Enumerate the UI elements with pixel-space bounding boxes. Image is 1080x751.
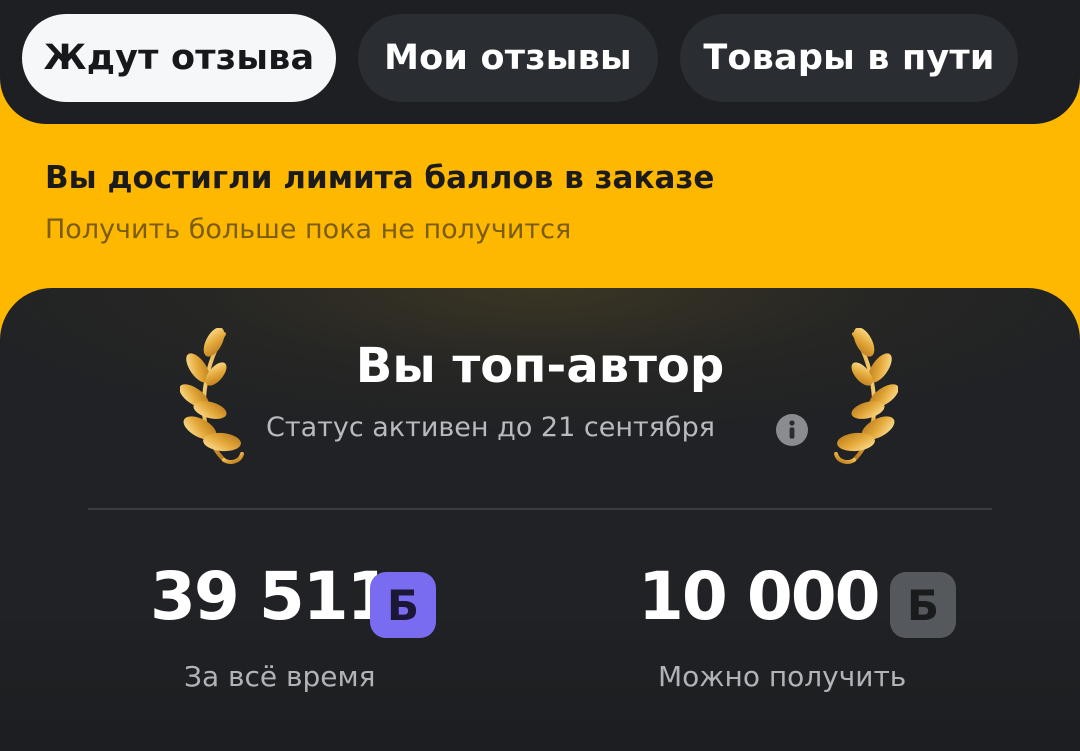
tab-goods-in-transit[interactable]: Товары в пути — [680, 14, 1018, 102]
points-available-value: 10 000 — [638, 558, 881, 635]
laurel-right-icon — [834, 328, 898, 464]
points-badge-icon: Б — [890, 572, 956, 638]
limit-notice-title: Вы достигли лимита баллов в заказе — [45, 160, 715, 196]
card-bottom-area — [0, 621, 1080, 751]
limit-notice-subtitle: Получить больше пока не получится — [45, 214, 572, 245]
top-author-title: Вы топ-автор — [355, 338, 725, 394]
tabs-panel: Ждут отзыва Мои отзывы Товары в пути — [0, 0, 1080, 124]
info-icon[interactable] — [776, 414, 808, 446]
card-divider — [88, 508, 992, 510]
points-all-time-value: 39 511 — [150, 558, 393, 635]
top-author-card: Вы топ-автор Статус активен до 21 сентяб… — [0, 288, 1080, 751]
points-available-label: Можно получить — [658, 660, 907, 693]
points-badge-icon: Б — [370, 572, 436, 638]
tab-my-reviews[interactable]: Мои отзывы — [358, 14, 658, 102]
status-active-until: Статус активен до 21 сентября — [266, 412, 715, 443]
points-all-time-label: За всё время — [184, 660, 376, 693]
tab-awaiting-review[interactable]: Ждут отзыва — [22, 14, 336, 102]
